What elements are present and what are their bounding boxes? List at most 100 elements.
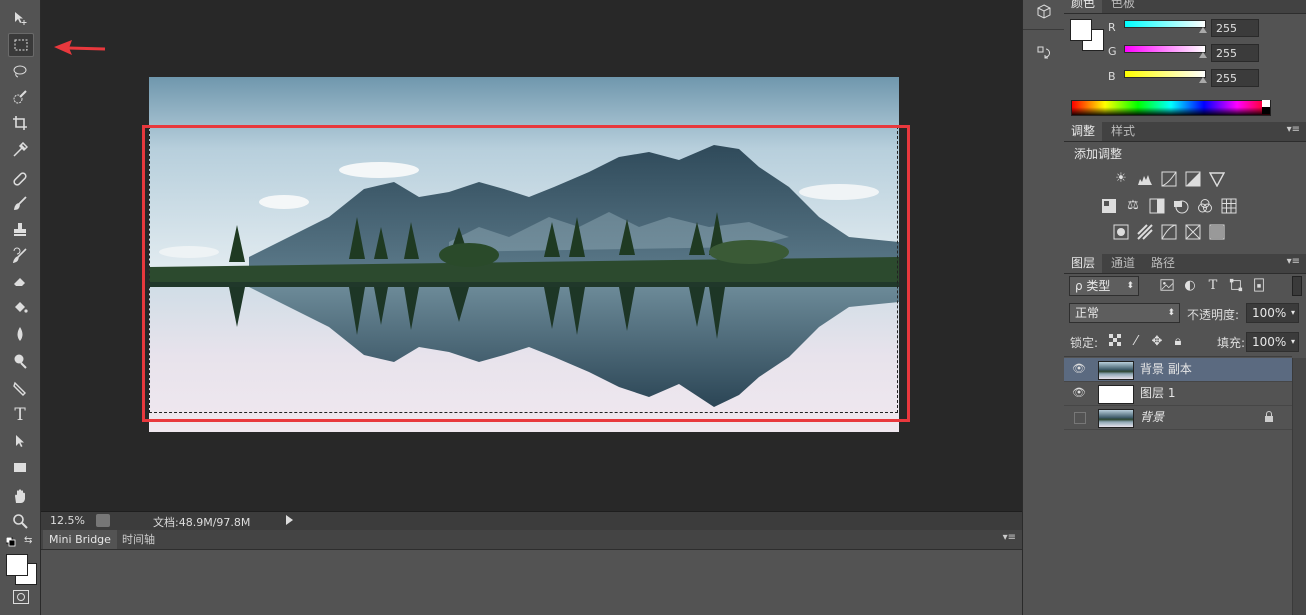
type-tool-icon[interactable]: T <box>8 404 32 426</box>
bottom-panel-menu-icon[interactable]: ▾≡ <box>1003 532 1016 543</box>
tab-styles[interactable]: 样式 <box>1104 122 1142 141</box>
selective-color-icon[interactable] <box>1185 224 1201 240</box>
channel-mixer-icon[interactable] <box>1197 198 1213 214</box>
lock-all-icon[interactable]: 🔒︎ <box>1170 334 1186 350</box>
b-value-field[interactable]: 255 <box>1211 69 1259 87</box>
fill-value: 100% <box>1252 335 1287 349</box>
path-select-tool-icon[interactable] <box>8 430 32 452</box>
spectrum-black-swatch[interactable] <box>1262 107 1270 114</box>
zoom-level[interactable]: 12.5% <box>50 514 85 527</box>
layer-filter-dropdown[interactable]: ρ 类型 ⬍ <box>1069 276 1139 296</box>
3d-cube-icon[interactable] <box>1036 4 1052 20</box>
layers-panel-tabs: 图层 通道 路径 ▾≡ <box>1064 254 1306 274</box>
color-spectrum-ramp[interactable] <box>1071 100 1271 116</box>
filter-smart-object-icon[interactable] <box>1251 278 1267 294</box>
lock-pixels-brush-icon[interactable]: ⁄ <box>1128 334 1144 350</box>
quick-select-tool-icon[interactable] <box>8 86 32 108</box>
invert-icon[interactable] <box>1113 224 1129 240</box>
tab-timeline[interactable]: 时间轴 <box>116 530 161 549</box>
curves-icon[interactable] <box>1161 171 1177 187</box>
lasso-tool-icon[interactable] <box>8 60 32 82</box>
layer-name[interactable]: 图层 1 <box>1140 382 1175 405</box>
history-panel-icon[interactable] <box>1036 45 1052 61</box>
g-slider-handle-icon[interactable] <box>1199 52 1207 58</box>
layer-row[interactable]: 👁︎ 图层 1 <box>1064 382 1292 406</box>
r-value-field[interactable]: 255 <box>1211 19 1259 37</box>
layer-row[interactable]: 👁︎ 背景 副本 <box>1064 358 1292 382</box>
posterize-icon[interactable] <box>1137 224 1153 240</box>
foreground-color-swatch[interactable] <box>6 554 28 576</box>
gradient-map-icon[interactable] <box>1209 224 1225 240</box>
fill-field[interactable]: 100% ▾ <box>1246 332 1299 352</box>
exposure-icon[interactable] <box>1185 171 1201 187</box>
tab-paths[interactable]: 路径 <box>1144 254 1182 273</box>
lock-position-icon[interactable]: ✥ <box>1149 334 1165 350</box>
vibrance-icon[interactable] <box>1208 171 1226 188</box>
swap-colors-icon[interactable]: ⇆ <box>24 536 34 546</box>
tab-swatches[interactable]: 色板 <box>1104 0 1142 13</box>
zoom-tool-icon[interactable] <box>8 510 32 532</box>
color-panel-fg-swatch[interactable] <box>1070 19 1092 41</box>
photo-filter-icon[interactable] <box>1173 198 1189 214</box>
tab-color[interactable]: 颜色 <box>1064 0 1103 13</box>
hand-tool-icon[interactable] <box>8 485 32 507</box>
color-panel-tabs: 颜色 色板 <box>1064 0 1306 14</box>
tab-layers[interactable]: 图层 <box>1064 254 1103 273</box>
blend-mode-dropdown[interactable]: 正常 ⬍ <box>1069 303 1180 323</box>
paint-bucket-tool-icon[interactable] <box>8 296 32 318</box>
history-brush-tool-icon[interactable] <box>8 244 32 266</box>
pen-tool-icon[interactable] <box>8 378 32 400</box>
spectrum-white-swatch[interactable] <box>1262 100 1270 107</box>
clone-stamp-tool-icon[interactable] <box>8 218 32 240</box>
tab-mini-bridge[interactable]: Mini Bridge <box>43 530 117 549</box>
g-slider[interactable] <box>1124 45 1206 53</box>
annotation-arrow-icon <box>54 40 106 55</box>
r-slider[interactable] <box>1124 20 1206 28</box>
opacity-field[interactable]: 100% ▾ <box>1246 303 1299 323</box>
brightness-icon[interactable]: ☀ <box>1113 171 1129 187</box>
default-colors-icon[interactable] <box>5 536 16 547</box>
tab-channels[interactable]: 通道 <box>1104 254 1142 273</box>
b-slider[interactable] <box>1124 70 1206 78</box>
blur-tool-icon[interactable] <box>8 323 32 345</box>
color-lookup-icon[interactable] <box>1221 198 1237 214</box>
eye-icon[interactable]: 👁︎ <box>1072 363 1086 375</box>
hue-saturation-icon[interactable] <box>1101 198 1117 214</box>
r-slider-handle-icon[interactable] <box>1199 27 1207 33</box>
layers-scrollbar[interactable] <box>1292 358 1306 615</box>
layers-panel-menu-icon[interactable]: ▾≡ <box>1287 256 1300 267</box>
brush-tool-icon[interactable] <box>8 192 32 214</box>
filter-pixel-icon[interactable] <box>1159 278 1175 294</box>
threshold-icon[interactable] <box>1161 224 1177 240</box>
filter-toggle-switch[interactable] <box>1292 276 1302 296</box>
chevron-down-icon[interactable]: ▾ <box>1291 304 1295 322</box>
eraser-tool-icon[interactable] <box>8 270 32 292</box>
filter-shape-icon[interactable] <box>1228 278 1244 294</box>
tab-adjustments[interactable]: 调整 <box>1064 122 1103 141</box>
g-value-field[interactable]: 255 <box>1211 44 1259 62</box>
adjustments-panel-menu-icon[interactable]: ▾≡ <box>1287 124 1300 135</box>
crop-tool-icon[interactable] <box>8 112 32 134</box>
filter-adjustment-icon[interactable]: ◐ <box>1182 278 1198 294</box>
eyedropper-tool-icon[interactable] <box>8 139 32 161</box>
rect-marquee-tool-icon[interactable] <box>8 33 34 57</box>
status-options-icon[interactable] <box>96 514 110 527</box>
lock-transparent-icon[interactable] <box>1107 334 1123 350</box>
healing-brush-tool-icon[interactable] <box>8 168 32 190</box>
status-menu-arrow-icon[interactable] <box>286 515 293 525</box>
filter-type-icon[interactable]: T <box>1205 278 1221 294</box>
color-balance-icon[interactable]: ⚖ <box>1125 198 1141 214</box>
eye-icon[interactable]: 👁︎ <box>1072 387 1086 399</box>
chevron-down-icon[interactable]: ▾ <box>1291 333 1295 351</box>
move-tool-icon[interactable] <box>8 7 32 29</box>
levels-icon[interactable] <box>1137 171 1153 187</box>
dodge-tool-icon[interactable] <box>8 350 32 372</box>
layer-row[interactable]: 背景 <box>1064 406 1292 430</box>
layer-name[interactable]: 背景 <box>1140 406 1164 429</box>
rectangle-tool-icon[interactable] <box>8 456 32 478</box>
layer-name[interactable]: 背景 副本 <box>1140 358 1192 381</box>
visibility-off-box[interactable] <box>1074 412 1086 424</box>
quick-mask-icon[interactable] <box>13 590 29 604</box>
b-slider-handle-icon[interactable] <box>1199 77 1207 83</box>
black-white-icon[interactable] <box>1149 198 1165 214</box>
